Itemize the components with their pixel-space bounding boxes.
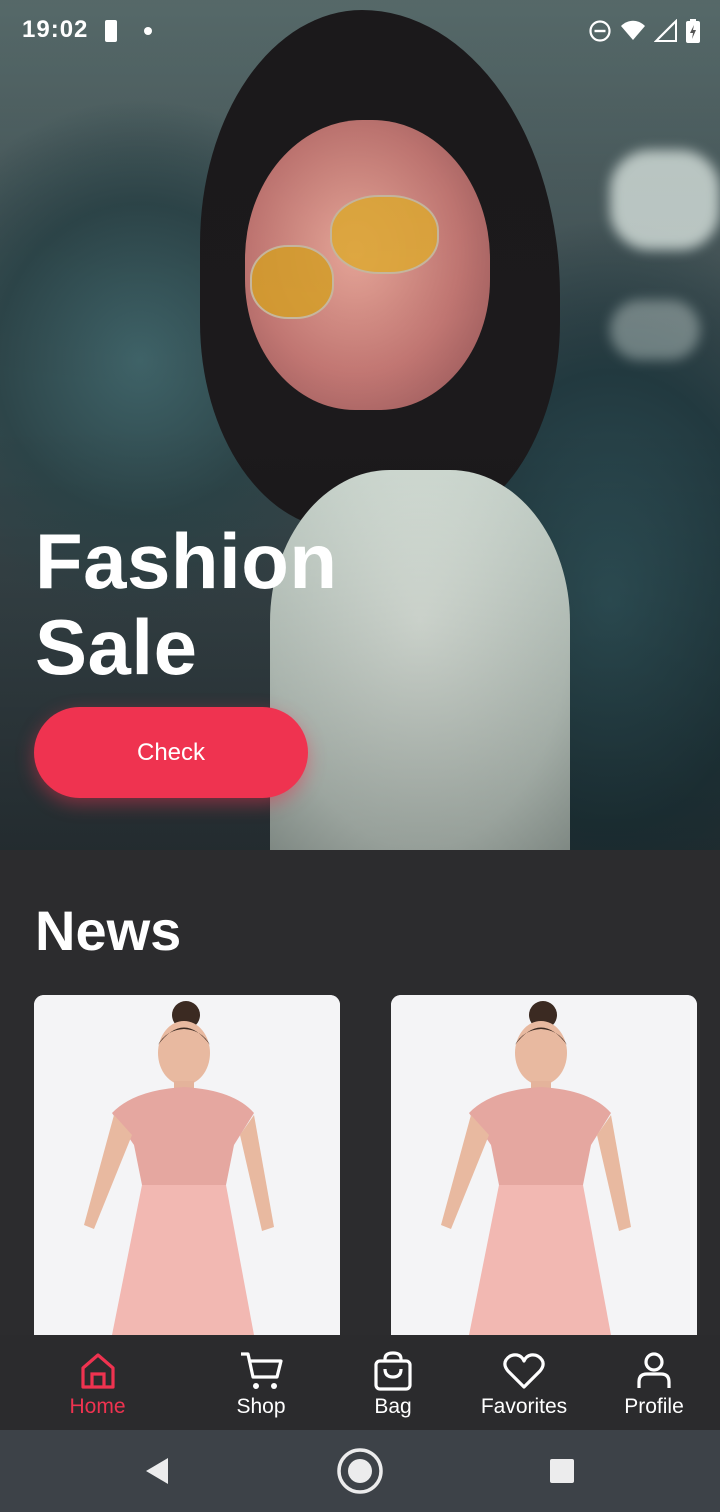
heart-icon [502, 1349, 546, 1393]
recents-icon[interactable] [549, 1458, 575, 1484]
check-button[interactable]: Check [34, 707, 308, 798]
nav-label: Home [69, 1395, 126, 1418]
cart-icon [239, 1349, 283, 1393]
hero-title-line: Fashion [35, 517, 338, 605]
back-icon[interactable] [142, 1456, 170, 1486]
cell-signal-icon [654, 19, 677, 42]
hero-title: Fashion Sale [35, 518, 338, 690]
battery-charging-icon [686, 19, 700, 43]
status-time: 19:02 [22, 16, 89, 43]
news-section: News [0, 850, 720, 1335]
profile-icon [632, 1349, 676, 1393]
notification-dot-icon [144, 27, 152, 35]
nav-label: Shop [236, 1395, 286, 1418]
nav-item-bag[interactable]: Bag [352, 1335, 434, 1430]
product-image [391, 995, 697, 1335]
nav-item-home[interactable]: Home [50, 1335, 145, 1430]
system-navigation-bar [0, 1430, 720, 1512]
hero-title-line: Sale [35, 603, 198, 691]
bag-icon [371, 1349, 415, 1393]
product-image [34, 995, 340, 1335]
do-not-disturb-icon [589, 20, 611, 42]
nav-label: Bag [374, 1395, 412, 1418]
nav-item-shop[interactable]: Shop [220, 1335, 302, 1430]
status-bar: 19:02 [0, 0, 720, 72]
bottom-navigation: Home Shop Bag Favorites Profile [0, 1335, 720, 1430]
battery-saver-icon [105, 20, 117, 42]
wifi-icon [621, 20, 645, 40]
product-card[interactable] [34, 995, 340, 1335]
nav-label: Favorites [480, 1395, 568, 1418]
nav-label: Profile [624, 1395, 684, 1418]
home-circle-icon[interactable] [335, 1446, 385, 1496]
product-card[interactable] [391, 995, 697, 1335]
home-icon [76, 1349, 120, 1393]
section-title: News [35, 899, 182, 962]
nav-item-profile[interactable]: Profile [614, 1335, 694, 1430]
nav-item-favorites[interactable]: Favorites [474, 1335, 574, 1430]
